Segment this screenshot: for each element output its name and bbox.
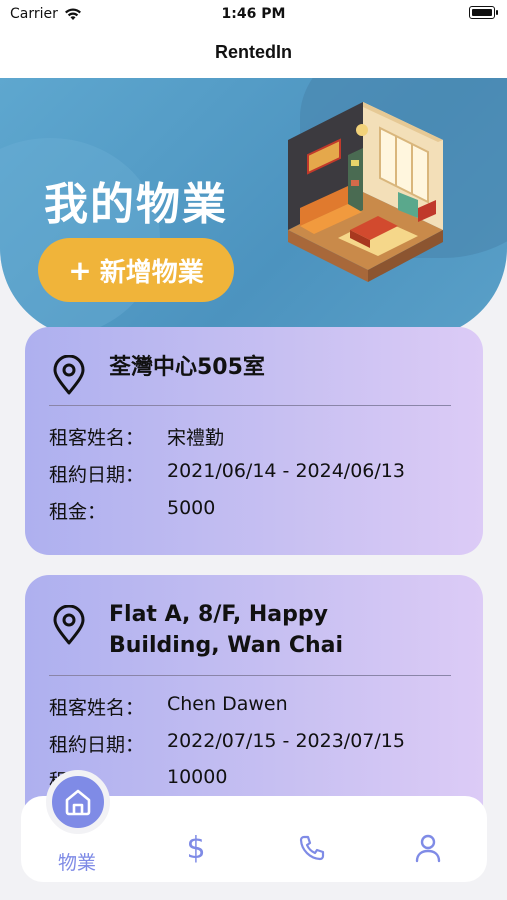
divider [49, 405, 451, 406]
lease-period-row: 租約日期： 2021/06/14 - 2024/06/13 [49, 460, 463, 487]
tenant-label: 租客姓名： [49, 697, 145, 719]
battery-icon [469, 6, 498, 19]
tenant-row: 租客姓名： 宋禮勤 [49, 423, 463, 450]
page-title: 我的物業 [44, 179, 228, 230]
divider [49, 675, 451, 676]
phone-icon [299, 835, 325, 861]
lease-period: 2022/07/15 - 2023/07/15 [167, 730, 405, 752]
nav-title: RentedIn [0, 30, 507, 78]
add-property-label: 新增物業 [99, 257, 204, 288]
rent-row: 租金： 10000 [49, 766, 463, 793]
tenant-label: 租客姓名： [49, 427, 145, 449]
tab-profile[interactable] [412, 831, 444, 865]
status-time: 1:46 PM [221, 6, 286, 22]
rent-row: 租金： 5000 [49, 497, 463, 524]
property-card[interactable]: 荃灣中心505室 租客姓名： 宋禮勤 租約日期： 2021/06/14 - 20… [25, 327, 483, 555]
lease-period: 2021/06/14 - 2024/06/13 [167, 460, 405, 482]
tab-properties-label[interactable]: 物業 [58, 848, 96, 875]
status-bar: Carrier 1:46 PM [0, 0, 507, 30]
tenant-name: Chen Dawen [167, 693, 288, 715]
room-illustration [288, 102, 443, 282]
plus-icon: + [68, 253, 92, 287]
property-address: 荃灣中心505室 [109, 355, 265, 380]
home-icon [65, 789, 91, 816]
location-pin-icon [53, 355, 85, 395]
add-property-button[interactable]: + 新增物業 [38, 238, 234, 302]
tenant-row: 租客姓名： Chen Dawen [49, 693, 463, 720]
rent-label: 租金： [49, 501, 107, 523]
rent-value: 10000 [167, 766, 228, 788]
property-address: Flat A, 8/F, Happy Building, Wan Chai [109, 602, 344, 658]
dollar-icon: $ [186, 830, 206, 866]
tenant-name: 宋禮勤 [167, 427, 225, 449]
lease-period-label: 租約日期： [49, 464, 145, 486]
lease-period-row: 租約日期： 2022/07/15 - 2023/07/15 [49, 730, 463, 757]
location-pin-icon [53, 605, 85, 645]
tab-contacts[interactable] [296, 831, 328, 865]
tab-properties[interactable] [46, 770, 110, 834]
user-icon [415, 834, 441, 863]
rent-value: 5000 [167, 497, 216, 519]
lease-period-label: 租約日期： [49, 734, 145, 756]
hero-banner: 我的物業 + 新增物業 [0, 78, 507, 338]
tab-payments[interactable]: $ [180, 830, 212, 866]
